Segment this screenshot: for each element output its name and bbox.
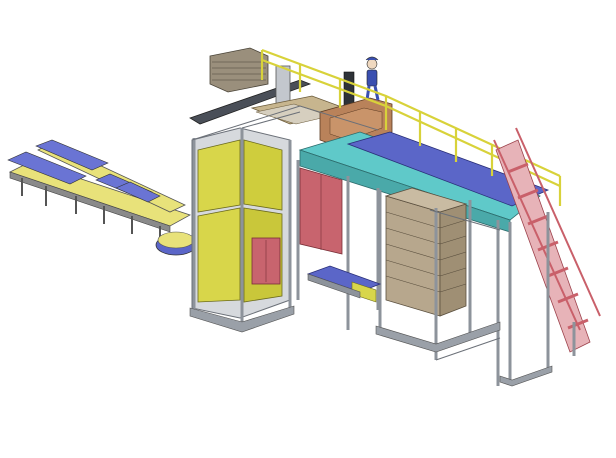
stairs-base [499, 365, 553, 387]
pallet-stack-side [439, 203, 467, 317]
robot-figure-icon [365, 56, 380, 101]
left-tower-panel-upper [197, 139, 241, 213]
infeed-conveyors [7, 139, 197, 256]
palletizing-line-diagram [7, 47, 601, 387]
sheet-stack [209, 47, 269, 93]
left-tower [189, 127, 295, 333]
pallet-stack-front [385, 195, 441, 317]
lower-conveyor [306, 265, 382, 303]
pallet-lift-base [375, 321, 501, 353]
left-tower-side-panel-upper [243, 139, 283, 211]
access-stairs [493, 127, 601, 387]
infeed-turntable-top [157, 231, 195, 249]
left-tower-panel-lower [197, 207, 241, 303]
